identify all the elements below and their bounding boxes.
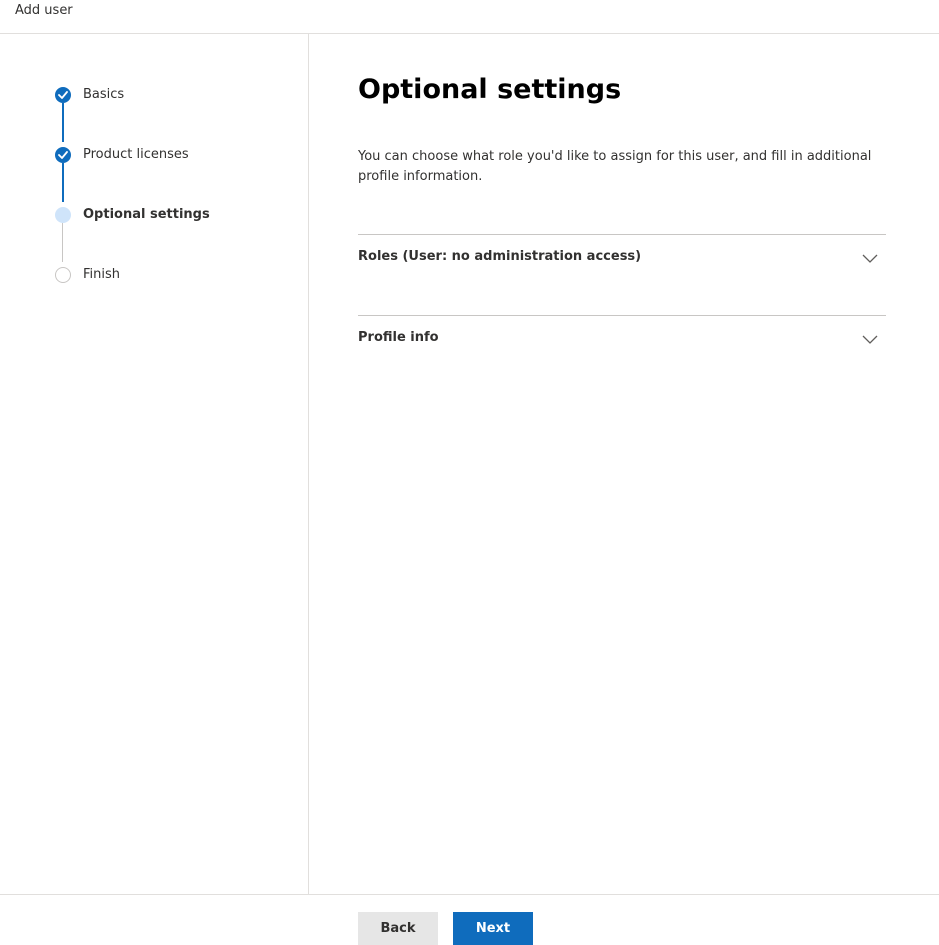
step-connector: [62, 163, 64, 202]
roles-section-toggle[interactable]: Roles (User: no administration access): [358, 234, 886, 315]
checkmark-icon: [55, 87, 71, 103]
wizard-step-label: Product licenses: [83, 147, 189, 162]
next-button[interactable]: Next: [453, 912, 533, 945]
wizard-steps: Basics Product licenses Optional setting…: [0, 34, 309, 894]
profile-info-section-toggle[interactable]: Profile info: [358, 315, 886, 396]
checkmark-icon: [55, 147, 71, 163]
main-content: Optional settings You can choose what ro…: [310, 34, 939, 894]
wizard-step-label: Optional settings: [83, 207, 210, 222]
pending-step-circle-icon: [55, 267, 71, 283]
chevron-down-icon: [862, 330, 878, 349]
panel-header: Add user: [0, 0, 939, 34]
page-description: You can choose what role you'd like to a…: [358, 149, 872, 184]
wizard-step-label: Basics: [83, 87, 125, 102]
page-title: Optional settings: [358, 74, 622, 105]
roles-section-label: Roles (User: no administration access): [358, 249, 642, 264]
current-step-dot-icon: [55, 207, 71, 223]
panel-title: Add user: [15, 3, 73, 18]
step-connector: [62, 223, 63, 262]
chevron-down-icon: [862, 249, 878, 268]
wizard-step-label: Finish: [83, 267, 121, 282]
back-button[interactable]: Back: [358, 912, 438, 945]
step-connector: [62, 103, 64, 142]
profile-info-section-label: Profile info: [358, 330, 439, 345]
footer-bar: Back Next: [0, 894, 939, 945]
